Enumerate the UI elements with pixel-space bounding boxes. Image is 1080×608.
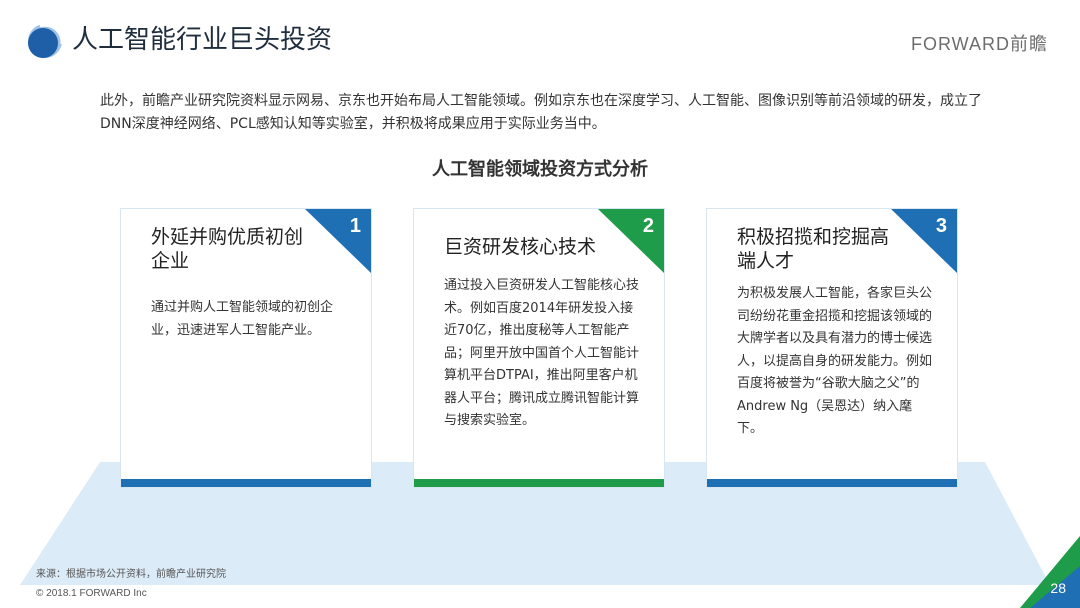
card-body: 通过并购人工智能领域的初创企业，迅速进军人工智能产业。 [151,300,334,338]
card-number: 1 [349,215,361,237]
page-number: 28 [1050,580,1066,596]
method-card-2: 2 巨资研发核心技术 通过投入巨资研发人工智能核心技术。例如百度2014年研发投… [413,208,665,488]
card-body: 通过投入巨资研发人工智能核心技术。例如百度2014年研发投入接近70亿，推出度秘… [444,278,640,428]
card-body: 为积极发展人工智能，各家巨头公司纷纷花重金招揽和挖掘该领域的大牌学者以及具有潜力… [737,286,933,436]
card-number: 3 [935,215,947,237]
card-heading: 巨资研发核心技术 [444,236,597,258]
page-title: 人工智能行业巨头投资 [72,25,333,55]
card-heading: 积极招揽和挖掘高端人才 [737,226,890,272]
source-note: 来源：根据市场公开资料，前瞻产业研究院 [36,569,226,580]
corner-decoration-icon [1020,536,1080,608]
card-number: 2 [642,215,654,237]
card-accent-bar [414,479,664,487]
method-card-1: 1 外延并购优质初创企业 通过并购人工智能领域的初创企业，迅速进军人工智能产业。 [120,208,372,488]
brand-logo: FORWARD前瞻 [911,34,1048,54]
intro-paragraph: 此外，前瞻产业研究院资料显示网易、京东也开始布局人工智能领域。例如京东也在深度学… [100,93,982,132]
method-card-3: 3 积极招揽和挖掘高端人才 为积极发展人工智能，各家巨头公司纷纷花重金招揽和挖掘… [706,208,958,488]
section-title: 人工智能领域投资方式分析 [432,159,648,180]
card-accent-bar [121,479,371,487]
card-heading: 外延并购优质初创企业 [151,226,304,272]
logo-icon [28,23,64,58]
copyright: © 2018.1 FORWARD Inc [36,588,147,599]
card-accent-bar [707,479,957,487]
